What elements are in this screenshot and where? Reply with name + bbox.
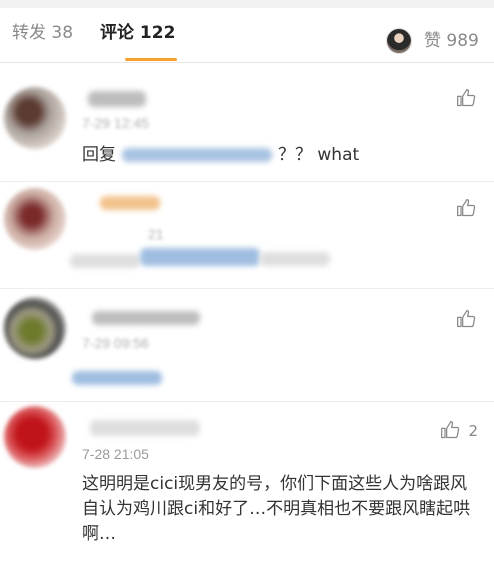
- comment-timestamp: 7-29 09:56: [82, 335, 149, 351]
- comment-timestamp: 21: [148, 226, 164, 242]
- comment-text-redacted: [70, 254, 140, 268]
- comment-text: 这明明是cici现男友的号，你们下面这些人为啥跟风自认为鸡川跟ci和好了…不明真…: [82, 474, 471, 544]
- thumbs-up-icon[interactable]: [456, 88, 476, 108]
- thumbs-up-icon[interactable]: [456, 198, 476, 218]
- comment-item: 21: [0, 182, 494, 289]
- commenter-avatar[interactable]: [4, 406, 66, 468]
- comment-timestamp: 7-28 21:05: [82, 446, 149, 462]
- active-tab-indicator: [125, 58, 177, 61]
- comment-item: 7-28 21:05 这明明是cici现男友的号，你们下面这些人为啥跟风自认为鸡…: [0, 402, 494, 567]
- comment-item: 7-29 09:56: [0, 289, 494, 402]
- username-redacted[interactable]: [90, 420, 200, 436]
- username-redacted[interactable]: [88, 91, 146, 107]
- likes-tab[interactable]: 赞 989: [424, 16, 479, 66]
- reply-prefix: 回复: [82, 145, 116, 165]
- reply-target-redacted[interactable]: [122, 148, 272, 162]
- reply-text: ？？ what: [278, 145, 360, 165]
- comment-text-redacted: [260, 252, 330, 266]
- username-redacted[interactable]: [100, 196, 160, 210]
- like-count: 2: [468, 422, 478, 440]
- username-redacted[interactable]: [92, 311, 200, 325]
- tab-comments[interactable]: 评论 122: [100, 8, 175, 62]
- thumbs-up-icon[interactable]: [456, 309, 476, 329]
- tab-reposts[interactable]: 转发 38: [12, 8, 73, 62]
- commenter-avatar[interactable]: [4, 188, 66, 250]
- liker-avatar[interactable]: [386, 28, 412, 54]
- comment-text-redacted: [140, 248, 260, 266]
- comment-timestamp: 7-29 12:45: [82, 115, 149, 131]
- comment-text: 回复 ？？ what: [82, 143, 359, 168]
- top-strip: [0, 0, 494, 8]
- comment-item: 7-29 12:45 回复 ？？ what: [0, 63, 494, 182]
- comment-text-redacted: [72, 371, 162, 385]
- tab-bar: 转发 38 评论 122 赞 989: [0, 8, 494, 63]
- commenter-avatar[interactable]: [4, 297, 66, 359]
- commenter-avatar[interactable]: [4, 87, 66, 149]
- thumbs-up-icon[interactable]: [440, 420, 460, 440]
